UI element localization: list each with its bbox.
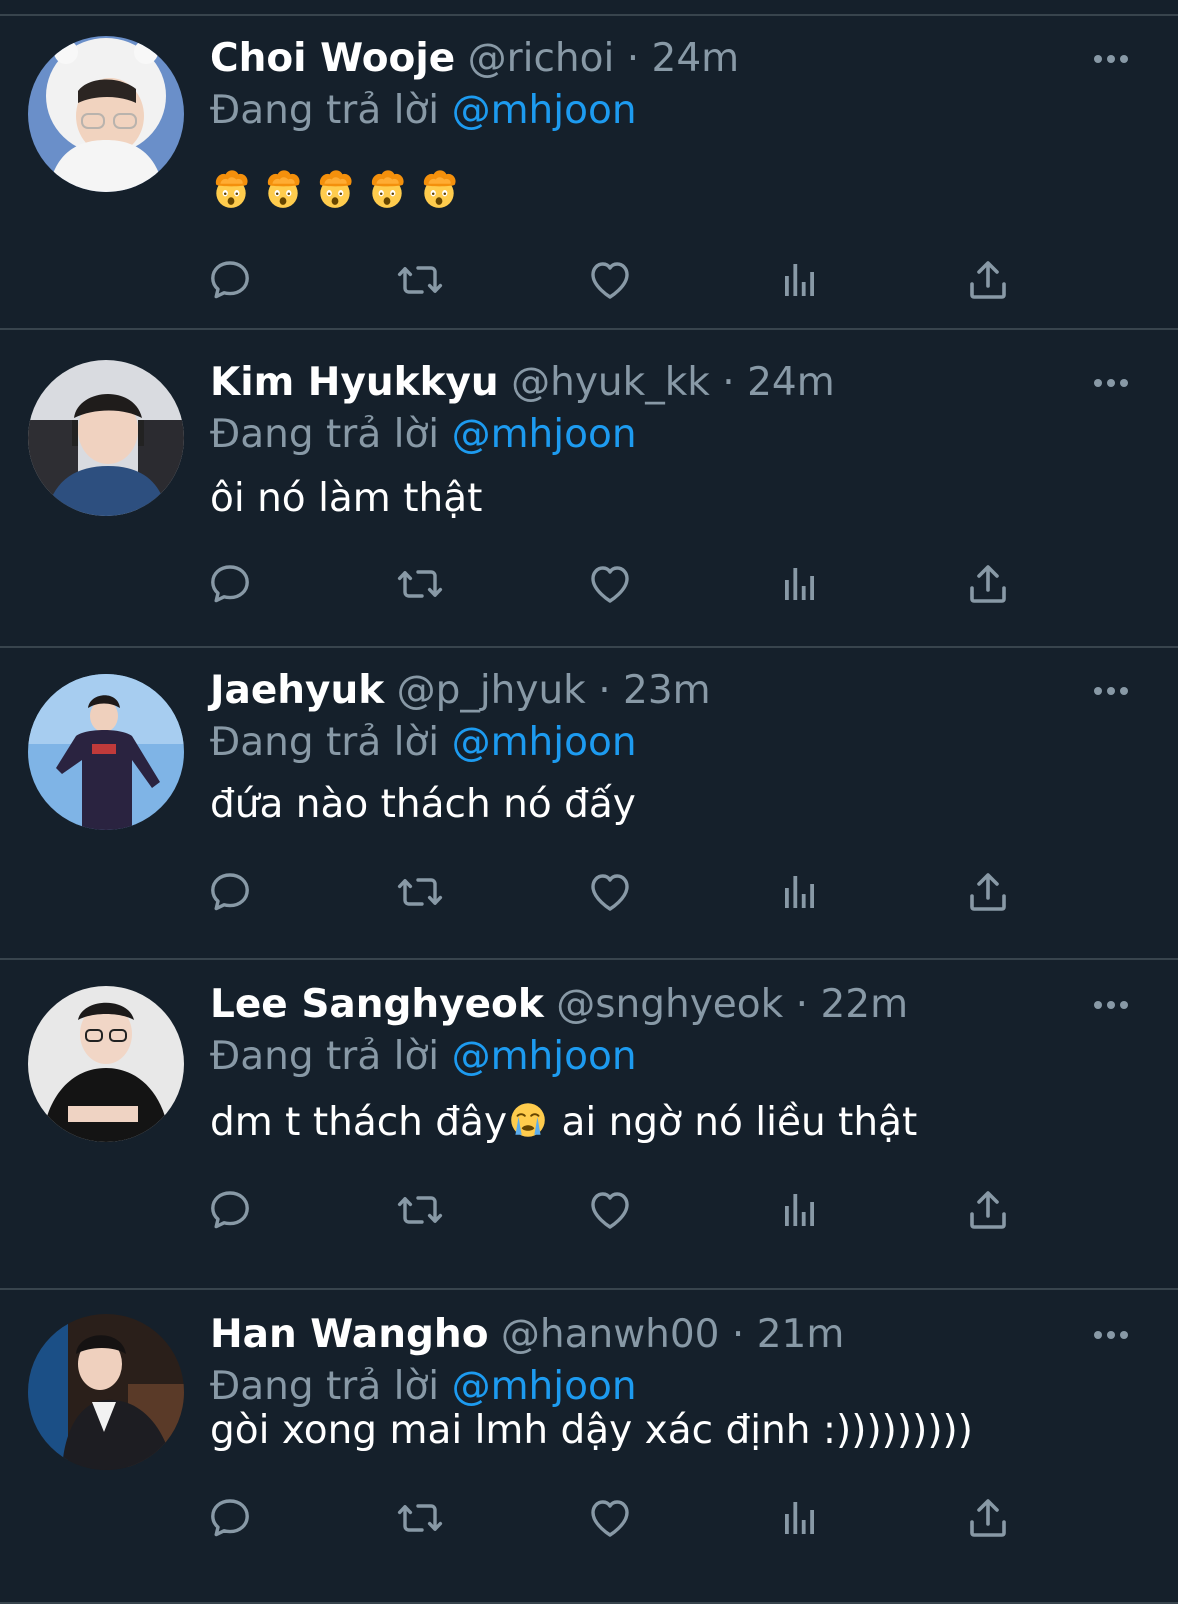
exploding-head-emoji [210,168,252,210]
loudly-crying-face-emoji [507,1099,549,1141]
tweet[interactable]: Han Wangho @hanwh00 · 21m Đang trả lời @… [0,1292,1178,1604]
separator: · [795,982,809,1027]
tweet[interactable]: Lee Sanghyeok @snghyeok · 22m Đang trả l… [0,962,1178,1290]
mention-link[interactable]: @mhjoon [452,1034,637,1079]
mention-link[interactable]: @mhjoon [452,1364,637,1409]
action-bar [0,554,1178,614]
reply-context: Đang trả lời @mhjoon [210,1362,637,1412]
share-icon[interactable] [958,250,1018,310]
reply-icon[interactable] [200,862,260,922]
timestamp[interactable]: 23m [623,668,711,713]
exploding-head-emoji [366,168,408,210]
display-name[interactable]: Kim Hyukkyu [210,360,499,405]
more-icon[interactable] [1094,1000,1134,1010]
retweet-icon[interactable] [390,554,450,614]
analytics-icon[interactable] [770,1488,830,1548]
reply-prefix: Đang trả lời [210,720,440,765]
share-icon[interactable] [958,862,1018,922]
analytics-icon[interactable] [770,250,830,310]
analytics-icon[interactable] [770,1180,830,1240]
tweet[interactable]: Jaehyuk @p_jhyuk · 23m Đang trả lời @mhj… [0,648,1178,960]
separator: · [722,360,735,405]
mention-link[interactable]: @mhjoon [452,720,637,765]
timestamp[interactable]: 24m [747,360,835,405]
tweet-text-part: dm t thách đây [210,1100,508,1145]
reply-icon[interactable] [200,250,260,310]
display-name[interactable]: Lee Sanghyeok [210,982,544,1027]
action-bar [0,1488,1178,1548]
user-handle[interactable]: @hanwh00 [501,1312,720,1357]
tweet-text: ôi nó làm thật [210,476,483,521]
retweet-icon[interactable] [390,862,450,922]
tweet-text [210,168,460,210]
reply-icon[interactable] [200,1488,260,1548]
exploding-head-emoji [418,168,460,210]
reply-icon[interactable] [200,1180,260,1240]
display-name[interactable]: Jaehyuk [210,668,384,713]
more-icon[interactable] [1094,378,1134,388]
reply-context: Đang trả lời @mhjoon [210,718,637,768]
avatar[interactable] [28,986,184,1142]
retweet-icon[interactable] [390,250,450,310]
retweet-icon[interactable] [390,1488,450,1548]
reply-context: Đang trả lời @mhjoon [210,86,637,136]
reply-context: Đang trả lời @mhjoon [210,1032,637,1082]
display-name[interactable]: Choi Wooje [210,36,455,81]
action-bar [0,862,1178,922]
user-handle[interactable]: @p_jhyuk [397,668,586,713]
analytics-icon[interactable] [770,862,830,922]
avatar[interactable] [28,36,184,192]
tweet[interactable]: Choi Wooje @richoi · 24m Đang trả lời @m… [0,16,1178,330]
like-icon[interactable] [580,862,640,922]
reply-prefix: Đang trả lời [210,88,440,133]
like-icon[interactable] [580,1488,640,1548]
user-handle[interactable]: @hyuk_kk [511,360,710,405]
timestamp[interactable]: 21m [757,1312,845,1357]
more-icon[interactable] [1094,1330,1134,1340]
like-icon[interactable] [580,250,640,310]
separator: · [598,668,611,713]
avatar[interactable] [28,674,184,830]
tweet-text: dm t thách đây ai ngờ nó liều thật [210,1098,917,1148]
tweet-header: Lee Sanghyeok @snghyeok · 22m [210,980,908,1030]
reply-icon[interactable] [200,554,260,614]
user-handle[interactable]: @richoi [468,36,615,81]
tweet-text-part: ai ngờ nó liều thật [549,1100,918,1145]
user-handle[interactable]: @snghyeok [556,982,783,1027]
tweet-header: Choi Wooje @richoi · 24m [210,34,739,84]
like-icon[interactable] [580,1180,640,1240]
tweet-text: đứa nào thách nó đấy [210,782,636,827]
tweet-text: gòi xong mai lmh dậy xác định :))))))))) [210,1408,973,1453]
exploding-head-emoji [314,168,356,210]
tweet-header: Jaehyuk @p_jhyuk · 23m [210,666,711,716]
share-icon[interactable] [958,554,1018,614]
exploding-head-emoji [262,168,304,210]
share-icon[interactable] [958,1180,1018,1240]
retweet-icon[interactable] [390,1180,450,1240]
analytics-icon[interactable] [770,554,830,614]
display-name[interactable]: Han Wangho [210,1312,488,1357]
action-bar [0,1180,1178,1240]
timestamp[interactable]: 22m [820,982,908,1027]
tweet[interactable]: Kim Hyukkyu @hyuk_kk · 24m Đang trả lời … [0,340,1178,648]
like-icon[interactable] [580,554,640,614]
share-icon[interactable] [958,1488,1018,1548]
timestamp[interactable]: 24m [652,36,740,81]
avatar[interactable] [28,1314,184,1470]
mention-link[interactable]: @mhjoon [452,412,637,457]
avatar[interactable] [28,360,184,516]
tweet-header: Kim Hyukkyu @hyuk_kk · 24m [210,358,835,408]
reply-prefix: Đang trả lời [210,1034,440,1079]
mention-link[interactable]: @mhjoon [452,88,637,133]
tweet-header: Han Wangho @hanwh00 · 21m [210,1310,844,1360]
more-icon[interactable] [1094,54,1134,64]
separator: · [731,1312,745,1357]
action-bar [0,250,1178,310]
reply-prefix: Đang trả lời [210,412,440,457]
more-icon[interactable] [1094,686,1134,696]
reply-prefix: Đang trả lời [210,1364,440,1409]
reply-context: Đang trả lời @mhjoon [210,410,637,460]
separator: · [626,36,640,81]
